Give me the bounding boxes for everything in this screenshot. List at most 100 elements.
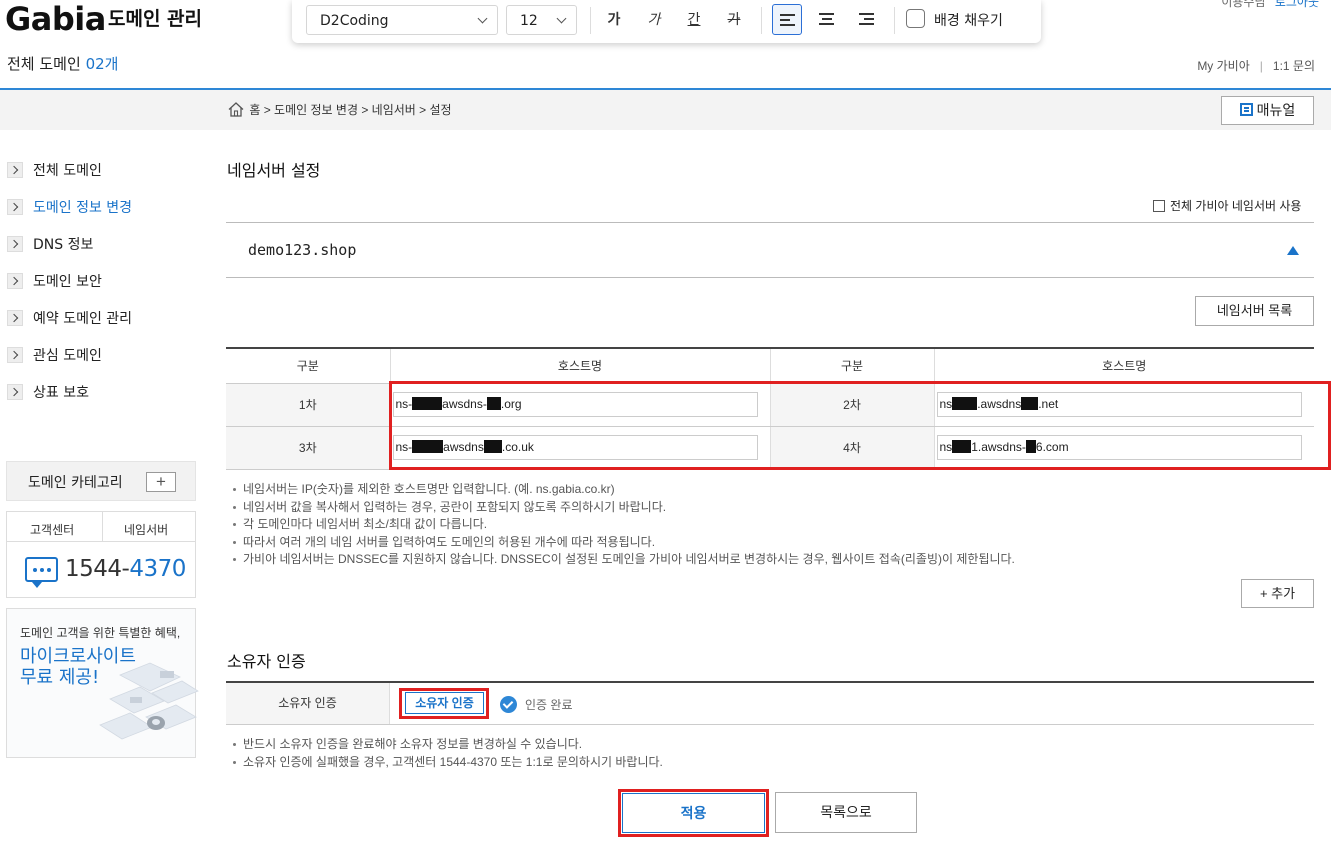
sidebar-item-domain-info-change[interactable]: 도메인 정보 변경 — [7, 197, 132, 217]
col-header-host: 호스트명 — [934, 348, 1314, 384]
ns-label-3: 3차 — [226, 426, 391, 470]
sidebar-item-label: 도메인 보안 — [33, 274, 102, 290]
sidebar-item-label: 관심 도메인 — [33, 348, 102, 364]
highlight-box — [399, 688, 489, 719]
domain-count-value[interactable]: 02개 — [86, 55, 119, 73]
domain-name: demo123.shop — [248, 241, 357, 259]
domain-count: 전체 도메인 02개 — [7, 53, 118, 74]
chevron-right-icon — [7, 162, 23, 178]
note-item: 소유자 인증에 실패했을 경우, 고객센터 1544-4370 또는 1:1로 … — [232, 754, 663, 772]
document-icon — [1239, 103, 1253, 116]
align-right-button[interactable] — [852, 4, 882, 35]
note-item: 각 도메인마다 네임서버 최소/최대 값이 다릅니다. — [232, 516, 1015, 534]
note-item: 네임서버는 IP(숫자)를 제외한 호스트명만 입력합니다. (예. ns.ga… — [232, 481, 1015, 499]
owner-section-title: 소유자 인증 — [227, 652, 306, 671]
font-family-select[interactable]: D2Coding — [306, 5, 498, 35]
note-item: 네임서버 값을 복사해서 입력하는 경우, 공란이 포함되지 않도록 주의하시기… — [232, 499, 1015, 517]
owner-label: 소유자 인증 — [226, 683, 390, 724]
sidebar-item-reserved-domains[interactable]: 예약 도메인 관리 — [7, 308, 132, 328]
owner-status: 인증 완료 — [525, 698, 573, 712]
support-tabs: 고객센터 네임서버 — [6, 511, 196, 542]
back-to-list-button[interactable]: 목록으로 — [775, 792, 917, 833]
background-fill-checkbox[interactable] — [906, 9, 925, 28]
domain-count-label: 전체 도메인 — [7, 55, 81, 73]
chevron-right-icon — [7, 273, 23, 289]
nameserver-list-button[interactable]: 네임서버 목록 — [1195, 296, 1314, 326]
home-icon[interactable] — [228, 102, 244, 117]
align-center-button[interactable] — [812, 4, 842, 35]
sidebar-item-label: 전체 도메인 — [33, 163, 102, 179]
chevron-right-icon — [7, 384, 23, 400]
promo-illustration — [99, 662, 199, 740]
highlight-box — [389, 381, 1331, 470]
chevron-down-icon — [556, 13, 567, 24]
manual-label: 매뉴얼 — [1256, 102, 1296, 118]
chevron-right-icon — [7, 236, 23, 252]
logout-link[interactable]: 로그아웃 — [1275, 0, 1319, 9]
sidebar-item-all-domains[interactable]: 전체 도메인 — [7, 160, 102, 180]
add-nameserver-button[interactable]: + 추가 — [1241, 579, 1314, 608]
col-header-type: 구분 — [770, 348, 935, 384]
breadcrumb-bar — [0, 88, 1331, 130]
bold-button[interactable]: 가 — [599, 5, 629, 35]
sidebar-item-label: 상표 보호 — [33, 385, 89, 401]
promo-subtitle: 도메인 고객을 위한 특별한 혜택, — [20, 626, 181, 640]
sidebar-item-trademark-protection[interactable]: 상표 보호 — [7, 382, 89, 402]
sidebar-item-domain-security[interactable]: 도메인 보안 — [7, 271, 102, 291]
toolbar-divider — [894, 7, 895, 34]
chevron-right-icon — [7, 347, 23, 363]
align-left-button[interactable] — [772, 4, 802, 35]
underline-button[interactable]: 간 — [679, 5, 709, 35]
text-format-toolbar: D2Coding 12 가 가 간 가 배경 채우기 — [292, 0, 1041, 43]
chevron-right-icon — [7, 310, 23, 326]
gabia-logo[interactable]: Gabia — [5, 0, 106, 38]
collapse-arrow-icon[interactable] — [1287, 246, 1299, 255]
nameserver-notes: 네임서버는 IP(숫자)를 제외한 호스트명만 입력합니다. (예. ns.ga… — [232, 481, 1015, 569]
col-header-type: 구분 — [226, 348, 391, 384]
check-circle-icon — [500, 696, 517, 713]
italic-button[interactable]: 가 — [639, 5, 669, 35]
phone-suffix: 4370 — [129, 556, 186, 582]
page-title: 네임서버 설정 — [227, 161, 321, 180]
category-label: 도메인 카테고리 — [28, 475, 123, 491]
tab-customer-center[interactable]: 고객센터 — [30, 521, 74, 538]
sidebar-item-watched-domains[interactable]: 관심 도메인 — [7, 345, 102, 365]
add-category-button[interactable]: + — [146, 472, 176, 492]
all-gabia-ns-option[interactable]: 전체 가비아 네임서버 사용 — [1153, 197, 1301, 214]
user-menu: 이용수님 로그아웃 — [1221, 0, 1319, 10]
sidebar-item-label: 도메인 정보 변경 — [33, 200, 133, 216]
strikethrough-button[interactable]: 가 — [719, 5, 749, 35]
tab-divider — [102, 511, 103, 542]
toolbar-divider — [761, 7, 762, 34]
note-item: 따라서 여러 개의 네임 서버를 입력하여도 도메인의 허용된 개수에 따라 적… — [232, 534, 1015, 552]
all-gabia-ns-label: 전체 가비아 네임서버 사용 — [1170, 199, 1302, 213]
toolbar-divider — [590, 7, 591, 34]
sidebar-item-dns-info[interactable]: DNS 정보 — [7, 234, 93, 254]
utility-links: My 가비아 | 1:1 문의 — [1197, 59, 1315, 73]
note-item: 가비아 네임서버는 DNSSEC를 지원하지 않습니다. DNSSEC이 설정된… — [232, 551, 1015, 569]
sidebar-item-label: DNS 정보 — [33, 237, 94, 253]
inquiry-link[interactable]: 1:1 문의 — [1273, 59, 1315, 73]
my-gabia-link[interactable]: My 가비아 — [1197, 59, 1249, 73]
background-fill-label: 배경 채우기 — [934, 13, 1003, 29]
all-gabia-ns-checkbox[interactable] — [1153, 200, 1165, 212]
col-header-host: 호스트명 — [390, 348, 771, 384]
phone-prefix: 1544- — [65, 556, 130, 582]
note-item: 반드시 소유자 인증을 완료해야 소유자 정보를 변경하실 수 있습니다. — [232, 736, 663, 754]
highlight-box — [618, 789, 769, 837]
font-size-value: 12 — [520, 13, 538, 29]
font-size-select[interactable]: 12 — [506, 5, 577, 35]
chat-bubble-icon — [25, 557, 58, 588]
support-phone: 1544-4370 — [65, 556, 186, 582]
app-title: 도메인 관리 — [108, 8, 203, 30]
chevron-right-icon — [7, 199, 23, 215]
tab-nameserver[interactable]: 네임서버 — [124, 521, 168, 538]
user-name: 이용수님 — [1221, 0, 1266, 9]
font-family-value: D2Coding — [320, 13, 389, 29]
ns-label-1: 1차 — [226, 383, 391, 427]
breadcrumb-text: 홈 > 도메인 정보 변경 > 네임서버 > 설정 — [249, 103, 452, 117]
sidebar-item-label: 예약 도메인 관리 — [33, 311, 133, 327]
manual-button[interactable]: 매뉴얼 — [1221, 96, 1314, 125]
domain-accordion[interactable] — [226, 222, 1314, 278]
breadcrumb: 홈 > 도메인 정보 변경 > 네임서버 > 설정 — [228, 101, 452, 118]
